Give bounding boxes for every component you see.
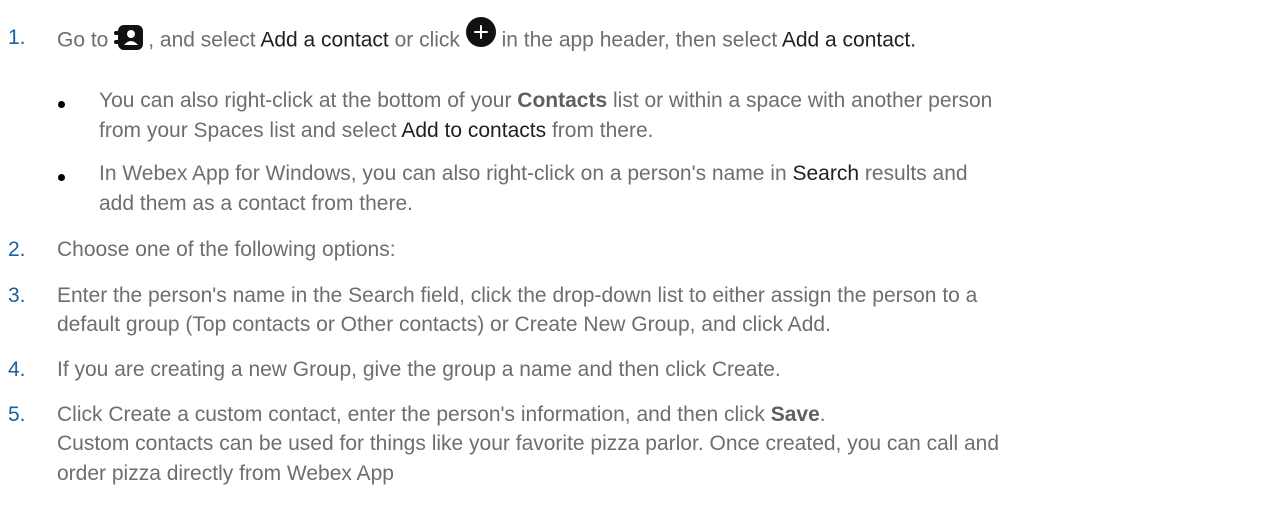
- step-3-line-2: default group (Top contacts or Other con…: [57, 313, 831, 336]
- step-1-period: .: [910, 28, 917, 52]
- add-a-contact-label: Add a contact: [260, 28, 389, 52]
- step-number-5: 5.: [8, 403, 26, 426]
- bullet-2-line-1: In Webex App for Windows, you can also r…: [99, 162, 968, 186]
- bullet-2-marker: [58, 174, 65, 181]
- step-number-2: 2.: [8, 238, 26, 261]
- step-number-1: 1.: [8, 26, 26, 49]
- step-5-period: .: [819, 403, 826, 426]
- step-number-4: 4.: [8, 358, 26, 381]
- add-to-contacts-label: Add to contacts: [401, 119, 547, 142]
- bullet-1-line-2: from your Spaces list and select Add to …: [99, 119, 653, 143]
- step-1-select: , and select: [148, 28, 256, 52]
- add-a-contact-label-2: Add a contact: [781, 28, 911, 52]
- bullet-1-text-a: You can also right-click at the bottom o…: [99, 89, 512, 112]
- step-number-3: 3.: [8, 284, 26, 307]
- step-1-go-to: Go to: [57, 28, 109, 52]
- bullet-1-marker: [58, 101, 65, 108]
- bullet-1-line-1: You can also right-click at the bottom o…: [99, 89, 992, 113]
- step-5-text-a: Click Create a custom contact, enter the…: [57, 403, 765, 426]
- bullet-1-line-2-c: from there.: [551, 119, 654, 142]
- step-4-text: If you are creating a new Group, give th…: [57, 358, 781, 381]
- step-3-line-1: Enter the person's name in the Search fi…: [57, 284, 978, 307]
- bullet-2-line-2: add them as a contact from there.: [99, 192, 413, 215]
- contacts-icon: [114, 24, 148, 52]
- search-label: Search: [792, 162, 860, 185]
- step-5-line-1: Click Create a custom contact, enter the…: [57, 403, 826, 427]
- add-circle-icon: [465, 17, 496, 47]
- step-5-line-2: Custom contacts can be used for things l…: [57, 432, 999, 455]
- bullet-2-text-a: In Webex App for Windows, you can also r…: [99, 162, 787, 185]
- step-1-or-click: or click: [394, 28, 460, 52]
- bullet-1-line-2-a: from your Spaces list and select: [99, 119, 397, 142]
- save-label: Save: [770, 403, 820, 426]
- contacts-label: Contacts: [517, 89, 608, 112]
- step-2-text: Choose one of the following options:: [57, 238, 396, 261]
- bullet-1-text-c: list or within a space with another pers…: [613, 89, 993, 112]
- bullet-2-text-c: results and: [864, 162, 968, 185]
- step-1-app-header: in the app header, then select: [501, 28, 778, 52]
- step-5-line-3: order pizza directly from Webex App: [57, 462, 394, 485]
- step-1-text: Go to , and select Add a contact or clic…: [57, 17, 917, 56]
